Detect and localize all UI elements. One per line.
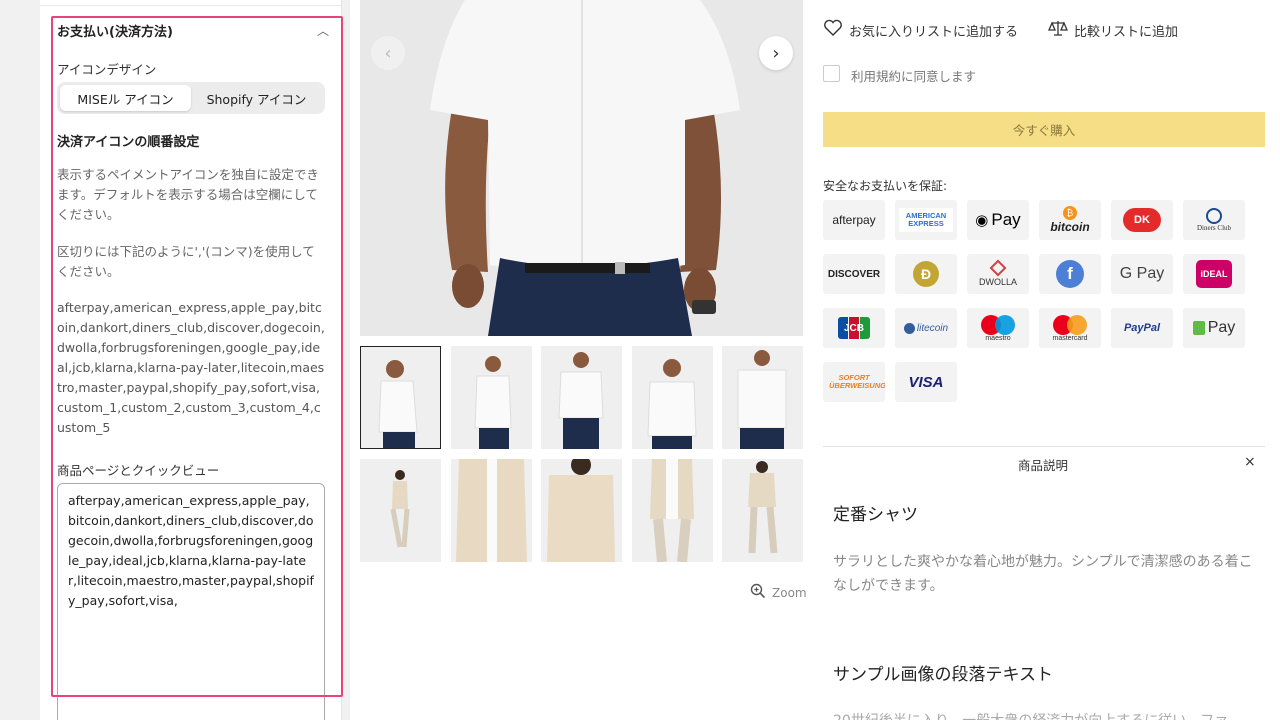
zoom-button[interactable]: Zoom: [750, 583, 807, 602]
toggle-option-shopify[interactable]: Shopify アイコン: [191, 85, 322, 111]
sofort-icon: SOFORT ÜBERWEISUNG: [823, 362, 885, 402]
toggle-option-misel[interactable]: MISEル アイコン: [60, 85, 191, 111]
section-title: お支払い(決済方法): [57, 24, 173, 40]
jcb-icon: JCB: [823, 308, 885, 348]
zoom-icon: [750, 583, 766, 602]
add-to-compare-link[interactable]: 比較リストに追加: [1048, 19, 1178, 41]
example-list: afterpay,american_express,apple_pay,bitc…: [57, 300, 325, 435]
thumbnail-10[interactable]: [722, 459, 803, 562]
icon-design-toggle[interactable]: MISEル アイコン Shopify アイコン: [57, 82, 325, 114]
add-to-wishlist-link[interactable]: お気に入りリストに追加する: [823, 19, 1018, 41]
prev-arrow-button[interactable]: ‹: [371, 36, 405, 70]
diners-club-icon: Diners Club: [1183, 200, 1245, 240]
section-header[interactable]: お支払い(決済方法) ︿: [57, 20, 329, 40]
page: お支払い(決済方法) ︿ アイコンデザイン MISEル アイコン Shopify…: [0, 0, 1280, 720]
chevron-up-icon[interactable]: ︿: [317, 22, 329, 39]
thumbnail-1[interactable]: [360, 346, 441, 449]
ideal-icon: iDEAL: [1183, 254, 1245, 294]
maestro-icon: maestro: [967, 308, 1029, 348]
google-pay-icon: G Pay: [1111, 254, 1173, 294]
paragraph-heading: サンプル画像の段落テキスト: [833, 665, 1053, 685]
mastercard-icon: mastercard: [1039, 308, 1101, 348]
shopify-pay-icon: Pay: [1183, 308, 1245, 348]
heart-icon: [823, 19, 843, 41]
compare-label: 比較リストに追加: [1074, 24, 1179, 40]
visa-icon: VISA: [895, 362, 957, 402]
wishlist-label: お気に入りリストに追加する: [849, 24, 1019, 40]
dogecoin-icon: Ð: [895, 254, 957, 294]
secure-payment-label: 安全なお支払いを保証:: [823, 179, 948, 193]
discover-icon: DISCOVER: [823, 254, 885, 294]
afterpay-icon: afterpay: [823, 200, 885, 240]
product-title: 定番シャツ: [833, 505, 918, 525]
dwolla-icon: DWOLLA: [967, 254, 1029, 294]
american-express-icon: AMERICAN EXPRESS: [895, 200, 957, 240]
bitcoin-icon: ₿ bitcoin: [1039, 200, 1101, 240]
next-arrow-button[interactable]: ›: [759, 36, 793, 70]
paragraph-text: 20世紀後半に入り、一般大衆の経済力が向上するに従い、ファ: [833, 710, 1228, 720]
help-text-1: 表示するペイメントアイコンを独自に設定できます。デフォルトを表示する場合は空欄に…: [57, 167, 319, 222]
buy-now-button[interactable]: 今すぐ購入: [823, 112, 1265, 147]
paypal-icon: PayPal: [1111, 308, 1173, 348]
thumbnail-9[interactable]: [632, 459, 713, 562]
dankort-icon: DK: [1111, 200, 1173, 240]
editor-gutter: [0, 0, 40, 720]
main-product-photo[interactable]: [360, 0, 803, 336]
forbrugsforeningen-icon: f: [1039, 254, 1101, 294]
field-label: 商品ページとクイックビュー: [57, 463, 220, 478]
description-tab-title[interactable]: 商品説明: [1018, 455, 1068, 474]
scale-icon: [1048, 19, 1068, 41]
litecoin-icon: litecoin: [895, 308, 957, 348]
panel-gap: [342, 0, 350, 720]
thumbnail-5[interactable]: [722, 346, 803, 449]
terms-checkbox[interactable]: [823, 65, 840, 82]
terms-label: 利用規約に同意します: [851, 69, 977, 84]
divider: [40, 5, 342, 6]
thumbnail-2[interactable]: [451, 346, 532, 449]
zoom-label: Zoom: [772, 585, 807, 600]
close-icon[interactable]: ×: [1244, 454, 1256, 470]
apple-pay-icon: ◉ Pay: [967, 200, 1029, 240]
divider: [823, 446, 1265, 447]
help-text-2: 区切りには下記のように','(コンマ)を使用してください。: [57, 244, 315, 279]
icon-design-label: アイコンデザイン: [57, 62, 157, 77]
thumbnail-4[interactable]: [632, 346, 713, 449]
thumbnail-3[interactable]: [541, 346, 622, 449]
product-description: サラリとした爽やかな着心地が魅力。シンプルで清潔感のある着こなしができます。: [833, 554, 1253, 594]
icon-order-label: 決済アイコンの順番設定: [57, 135, 200, 150]
thumbnail-8[interactable]: [541, 459, 622, 562]
thumbnail-7[interactable]: [451, 459, 532, 562]
thumbnail-6[interactable]: [360, 459, 441, 562]
payment-order-textarea[interactable]: afterpay,american_express,apple_pay,bitc…: [57, 483, 325, 720]
